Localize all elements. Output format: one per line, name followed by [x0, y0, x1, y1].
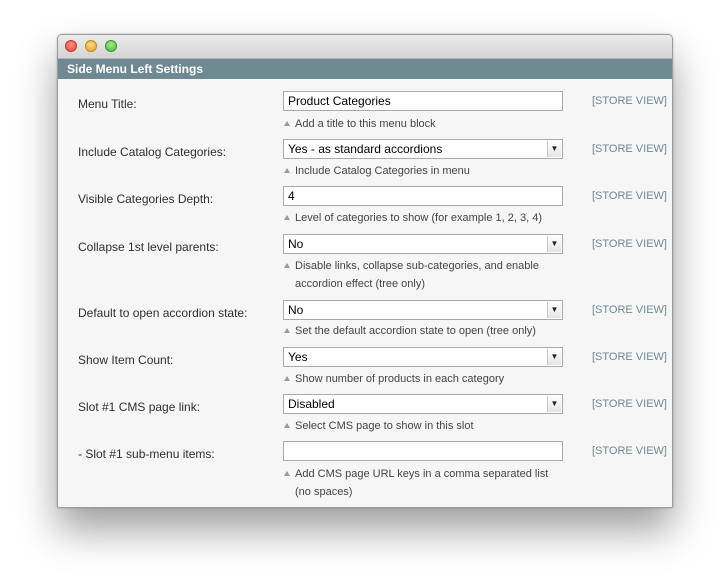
scope-label: [STORE VIEW]: [592, 95, 667, 107]
collapse-parents-select[interactable]: No ▼: [283, 234, 563, 254]
field-note: Add CMS page URL keys in a comma separat…: [284, 465, 548, 501]
scope-label: [STORE VIEW]: [592, 398, 667, 410]
window-titlebar: [58, 35, 672, 59]
field-label: Menu Title:: [78, 97, 137, 111]
menu-title-input[interactable]: Product Categories: [283, 91, 563, 111]
visible-depth-input[interactable]: 4: [283, 186, 563, 206]
note-triangle-icon: [284, 121, 290, 126]
zoom-button[interactable]: [105, 40, 117, 52]
item-count-select[interactable]: Yes ▼: [283, 347, 563, 367]
minimize-button[interactable]: [85, 40, 97, 52]
note-triangle-icon: [284, 471, 290, 476]
field-label: Include Catalog Categories:: [78, 145, 227, 159]
note-triangle-icon: [284, 215, 290, 220]
field-label: Slot #1 CMS page link:: [78, 400, 201, 414]
field-label: Visible Categories Depth:: [78, 192, 214, 206]
field-note: Add a title to this menu block: [284, 115, 436, 133]
note-triangle-icon: [284, 376, 290, 381]
cms-link-select[interactable]: Disabled ▼: [283, 394, 563, 414]
note-triangle-icon: [284, 263, 290, 268]
submenu-items-input[interactable]: [283, 441, 563, 461]
section-header[interactable]: Side Menu Left Settings: [58, 59, 672, 79]
close-button[interactable]: [65, 40, 77, 52]
note-triangle-icon: [284, 168, 290, 173]
field-note: Level of categories to show (for example…: [284, 209, 542, 227]
field-label: - Slot #1 sub-menu items:: [78, 447, 215, 461]
scope-label: [STORE VIEW]: [592, 351, 667, 363]
field-label: Default to open accordion state:: [78, 306, 248, 320]
settings-window: Side Menu Left Settings Menu Title: Prod…: [57, 34, 673, 508]
scope-label: [STORE VIEW]: [592, 143, 667, 155]
dropdown-arrow-icon[interactable]: ▼: [547, 236, 561, 252]
dropdown-arrow-icon[interactable]: ▼: [547, 141, 561, 157]
field-note: Set the default accordion state to open …: [284, 322, 536, 340]
scope-label: [STORE VIEW]: [592, 238, 667, 250]
scope-label: [STORE VIEW]: [592, 304, 667, 316]
field-label: Collapse 1st level parents:: [78, 240, 219, 254]
note-triangle-icon: [284, 328, 290, 333]
note-triangle-icon: [284, 423, 290, 428]
include-catalog-select[interactable]: Yes - as standard accordions ▼: [283, 139, 563, 159]
dropdown-arrow-icon[interactable]: ▼: [547, 302, 561, 318]
field-label: Show Item Count:: [78, 353, 174, 367]
scope-label: [STORE VIEW]: [592, 190, 667, 202]
default-open-select[interactable]: No ▼: [283, 300, 563, 320]
field-note: Include Catalog Categories in menu: [284, 162, 470, 180]
dropdown-arrow-icon[interactable]: ▼: [547, 396, 561, 412]
dropdown-arrow-icon[interactable]: ▼: [547, 349, 561, 365]
scope-label: [STORE VIEW]: [592, 445, 667, 457]
field-note: Select CMS page to show in this slot: [284, 417, 474, 435]
field-note: Disable links, collapse sub-categories, …: [284, 257, 539, 293]
field-note: Show number of products in each category: [284, 370, 504, 388]
